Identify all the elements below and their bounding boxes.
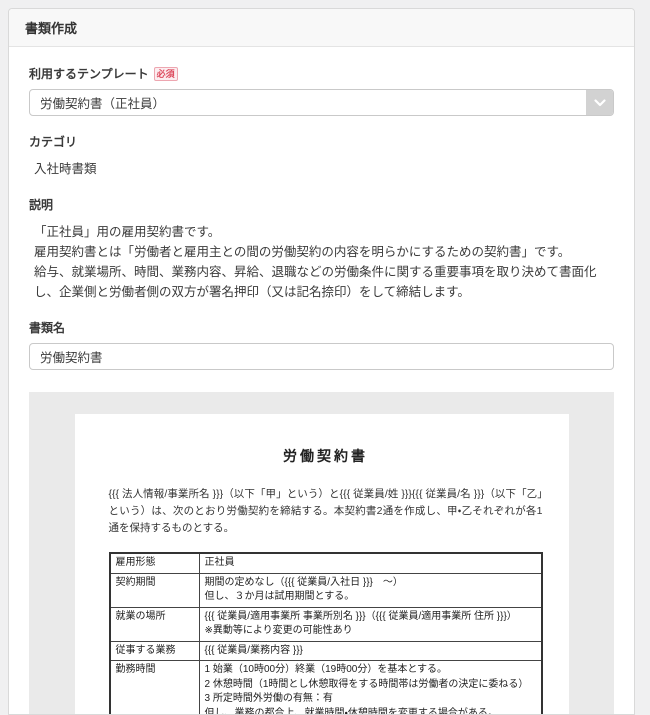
document-create-card: 書類作成 利用するテンプレート 必須 労働契約書（正社員） カテゴリ 入社時書類… [8,8,635,715]
contract-row-value: 正社員 [198,552,542,574]
category-field: カテゴリ 入社時書類 [29,133,614,179]
required-badge: 必須 [153,66,178,81]
contract-row-value: {{{ 従業員/適用事業所 事業所別名 }}}（{{{ 従業員/適用事業所 住所… [198,606,542,642]
category-label: カテゴリ [29,135,78,149]
contract-row-label: 就業の場所 [109,606,200,642]
template-label: 利用するテンプレート [29,67,149,81]
contract-row-label: 勤務時間 [109,660,200,714]
form-body: 利用するテンプレート 必須 労働契約書（正社員） カテゴリ 入社時書類 説明 「… [9,47,634,714]
contract-row-value: 1 始業（10時00分）終業（19時00分）を基本とする。 2 休憩時間（1時間と… [198,660,542,714]
contract-intro: {{{ 法人情報/事業所名 }}}（以下「甲」という）と{{{ 従業員/姓 }}… [108,488,543,534]
category-value: 入社時書類 [34,162,97,176]
description-text: 「正社員」用の雇用契約書です。 雇用契約書とは「労働者と雇用主との間の労働契約の… [34,222,614,302]
contract-table-row: 従事する業務 {{{ 従業員/業務内容 }}} [109,640,542,662]
contract-row-label: 従事する業務 [109,640,200,662]
template-field: 利用するテンプレート 必須 労働契約書（正社員） [29,65,614,116]
doc-name-label: 書類名 [29,321,66,335]
description-field: 説明 「正社員」用の雇用契約書です。 雇用契約書とは「労働者と雇用主との間の労働… [29,196,614,302]
description-line: 「正社員」用の雇用契約書です。 [34,225,221,239]
contract-table: 雇用形態 正社員 契約期間 期間の定めなし（{{{ 従業員/入社日 }}} ～）… [108,552,543,714]
page-title: 書類作成 [9,9,634,47]
template-select[interactable]: 労働契約書（正社員） [29,89,614,116]
description-line: 給与、就業場所、時間、業務内容、昇給、退職などの労働条件に関する重要事項を取り決… [34,265,597,299]
contract-row-label: 契約期間 [109,572,200,608]
contract-title: 労働契約書 [283,448,368,464]
contract-table-row: 勤務時間 1 始業（10時00分）終業（19時00分）を基本とする。 2 休憩時間… [109,660,542,714]
chevron-down-icon[interactable] [586,90,613,115]
contract-table-row: 就業の場所 {{{ 従業員/適用事業所 事業所別名 }}}（{{{ 従業員/適用… [109,606,542,642]
document-preview-panel: 労働契約書 {{{ 法人情報/事業所名 }}}（以下「甲」という）と{{{ 従業… [29,392,614,714]
template-label-row: 利用するテンプレート 必須 [29,65,614,82]
template-selected-value: 労働契約書（正社員） [40,97,166,111]
document-preview-page: 労働契約書 {{{ 法人情報/事業所名 }}}（以下「甲」という）と{{{ 従業… [74,414,569,714]
description-line: 雇用契約書とは「労働者と雇用主との間の労働契約の内容を明らかにするための契約書」… [34,245,571,259]
description-label: 説明 [29,198,54,212]
doc-name-input[interactable] [29,343,614,370]
contract-table-row: 雇用形態 正社員 [109,552,542,574]
contract-table-row: 契約期間 期間の定めなし（{{{ 従業員/入社日 }}} ～） 但し、３か月は試用… [109,572,542,608]
contract-row-value: 期間の定めなし（{{{ 従業員/入社日 }}} ～） 但し、３か月は試用期間とする… [198,572,542,608]
contract-row-value: {{{ 従業員/業務内容 }}} [198,640,542,662]
contract-row-label: 雇用形態 [109,552,200,574]
doc-name-field: 書類名 [29,319,614,370]
